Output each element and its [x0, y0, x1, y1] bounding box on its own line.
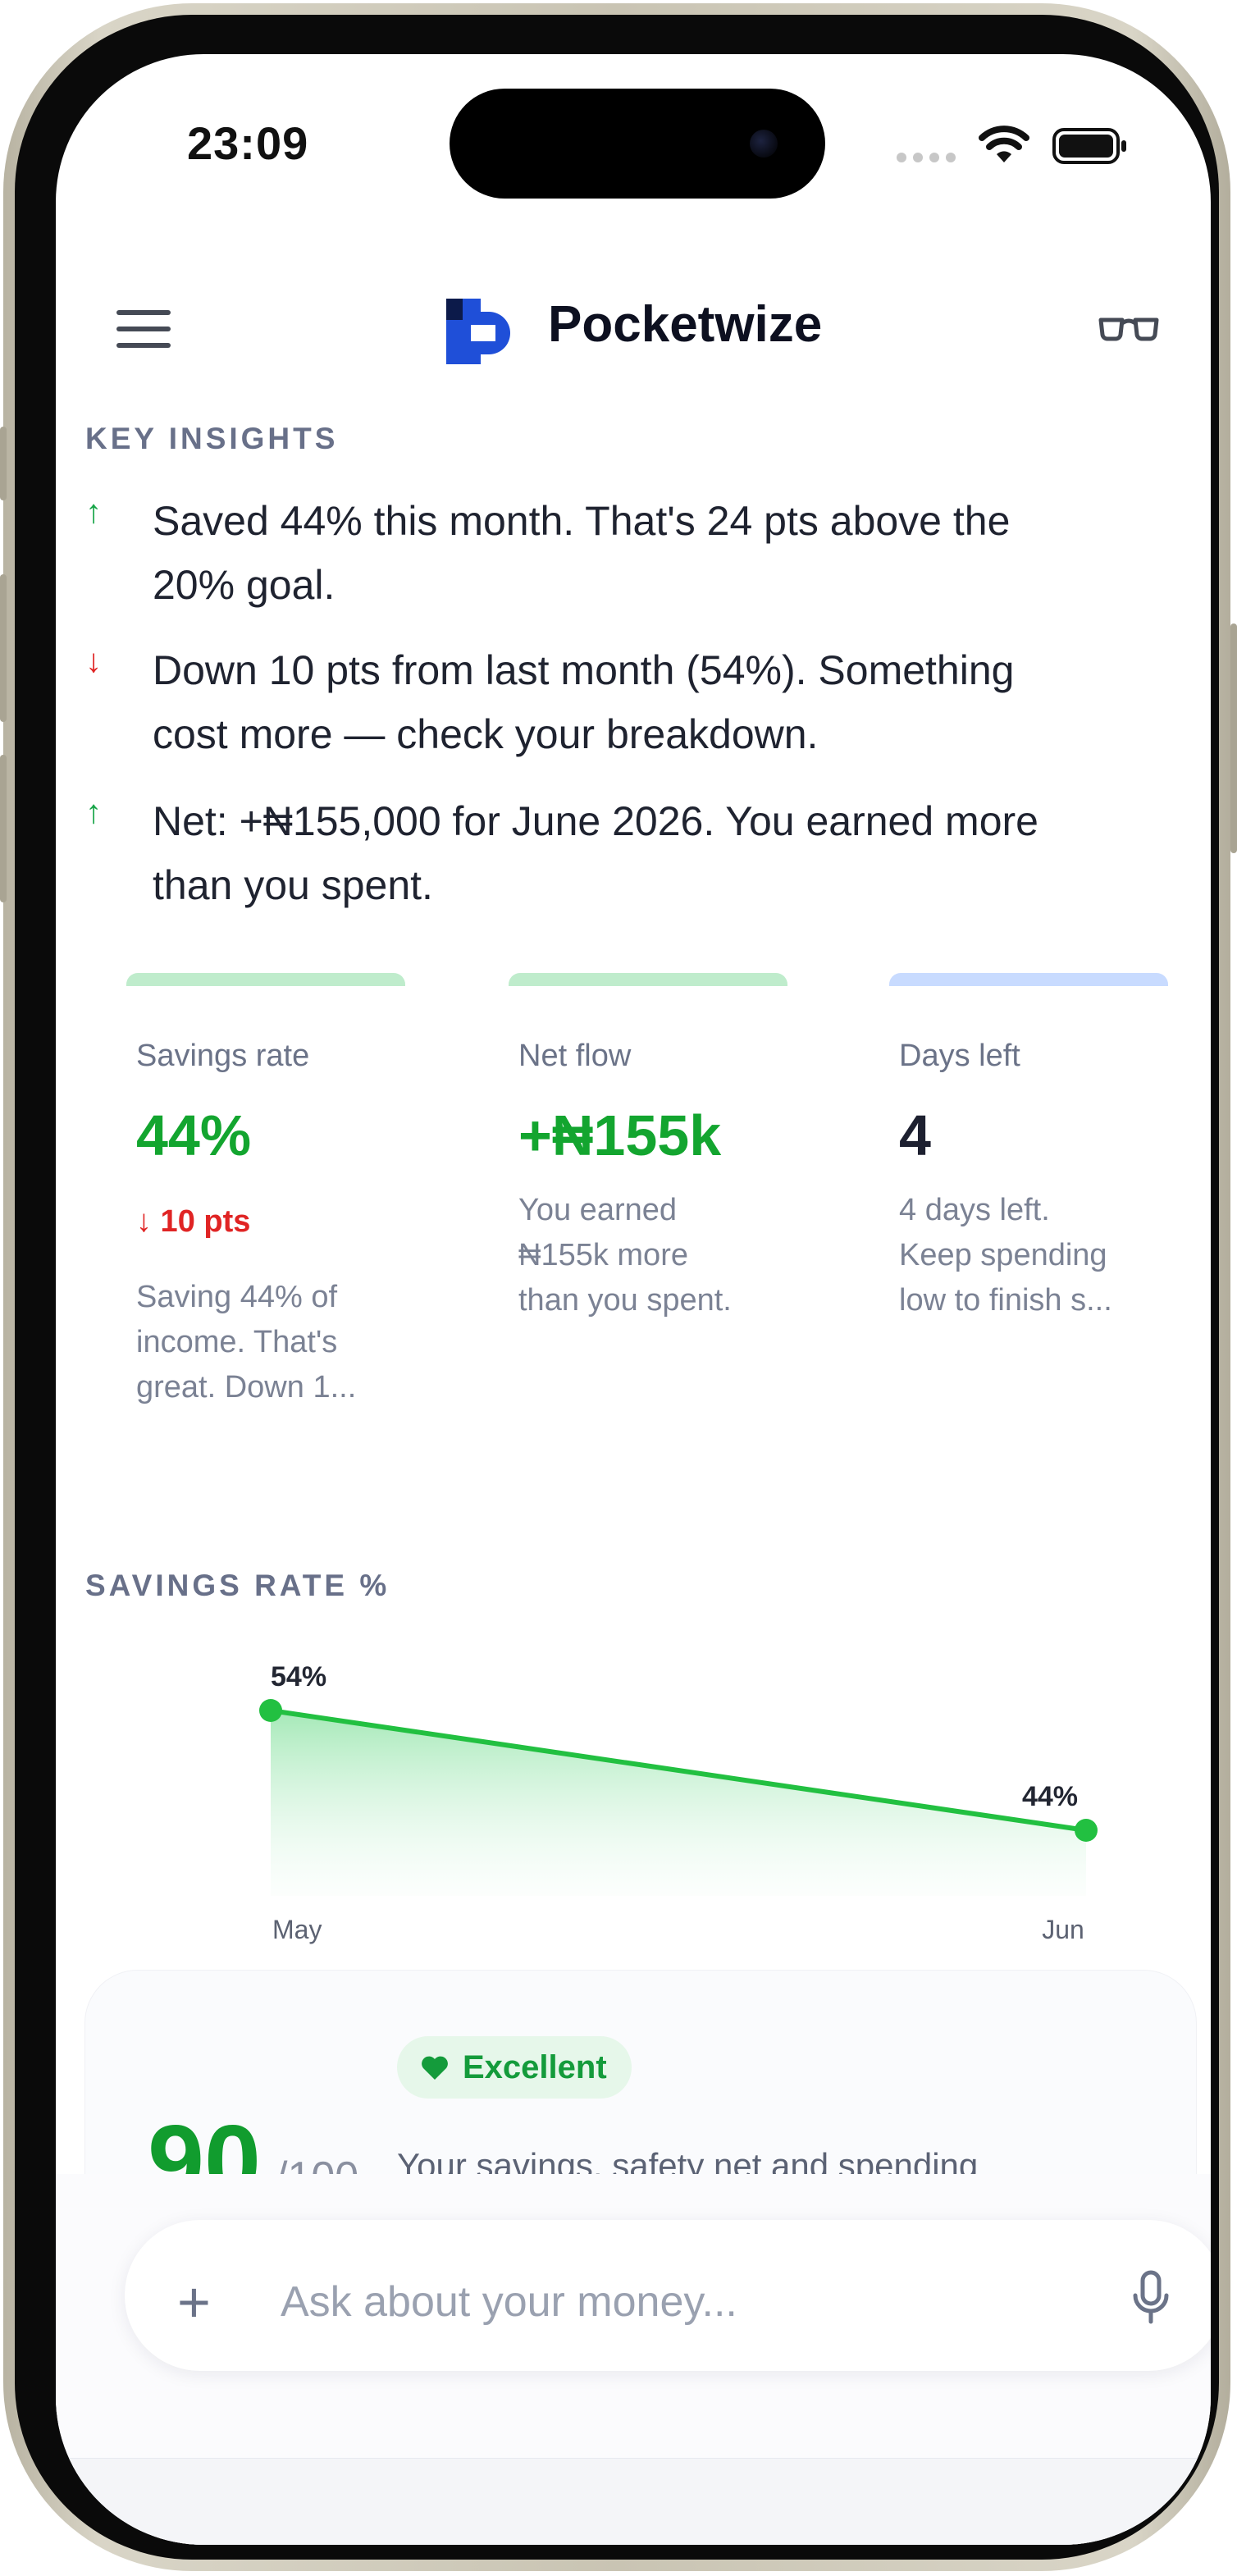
- device-action-button: [0, 427, 7, 500]
- arrow-up-icon: ↑: [85, 794, 102, 830]
- metric-desc-line: ₦155k more: [518, 1238, 688, 1272]
- app-screen: 23:09 Pocketwize KEY INSIGHTS ↑ Saved 44…: [56, 54, 1211, 2545]
- card-accent-bar: [889, 973, 1168, 986]
- insight-text-line: than you spent.: [153, 862, 433, 908]
- status-time: 23:09: [187, 117, 309, 169]
- insight-text-line: Net: +₦155,000 for June 2026. You earned…: [153, 798, 1038, 844]
- metric-value: 44%: [136, 1103, 252, 1167]
- glasses-icon[interactable]: [1098, 313, 1160, 343]
- arrow-up-icon: ↑: [85, 494, 102, 530]
- metric-desc-line: You earned: [518, 1193, 678, 1227]
- metric-desc-line: low to finish s...: [899, 1283, 1112, 1318]
- device-bezel: 23:09 Pocketwize KEY INSIGHTS ↑ Saved 44…: [15, 15, 1219, 2560]
- metric-desc-line: income. That's: [136, 1325, 338, 1359]
- menu-icon[interactable]: [116, 308, 174, 351]
- chart-x-tick-label: Jun: [1042, 1915, 1084, 1944]
- brand-name: Pocketwize: [548, 296, 823, 353]
- bottom-safe-area: [56, 2458, 1211, 2545]
- chart-x-tick-label: May: [272, 1915, 322, 1944]
- insight-text-line: cost more — check your breakdown.: [153, 711, 819, 757]
- wifi-icon: [979, 126, 1029, 162]
- device-volume-down-button: [0, 755, 7, 902]
- insight-text-line: Down 10 pts from last month (54%). Somet…: [153, 647, 1015, 693]
- metric-desc-line: Keep spending: [899, 1238, 1107, 1272]
- metric-card-savings-rate[interactable]: Savings rate 44% ↓ 10 pts Saving 44% of …: [97, 973, 454, 1432]
- card-accent-bar: [509, 973, 787, 986]
- metric-value: +₦155k: [518, 1103, 722, 1167]
- metric-delta: ↓ 10 pts: [136, 1204, 251, 1239]
- cellular-signal-icon: [897, 153, 956, 162]
- chart-data-label: 54%: [271, 1661, 326, 1692]
- metric-desc-line: 4 days left.: [899, 1193, 1050, 1227]
- metric-value: 4: [899, 1103, 931, 1167]
- metric-desc-line: than you spent.: [518, 1283, 732, 1318]
- ask-input[interactable]: [279, 2264, 1061, 2340]
- device-frame: 23:09 Pocketwize KEY INSIGHTS ↑ Saved 44…: [3, 3, 1230, 2571]
- metric-desc-line: great. Down 1...: [136, 1370, 357, 1404]
- card-accent-bar: [126, 973, 405, 986]
- metric-label: Net flow: [518, 1039, 632, 1073]
- chart-data-label: 44%: [1022, 1781, 1078, 1812]
- score-status-badge: Excellent: [397, 2036, 632, 2099]
- savings-rate-chart: 54% May 44% Jun: [259, 1661, 1098, 1944]
- metric-card-net-flow[interactable]: Net flow +₦155k You earned ₦155k more th…: [479, 973, 837, 1432]
- chart-data-point: [259, 1699, 282, 1722]
- insight-text-line: Saved 44% this month. That's 24 pts abov…: [153, 498, 1011, 544]
- microphone-icon[interactable]: [1130, 2269, 1171, 2327]
- device-volume-up-button: [0, 574, 7, 722]
- key-insights-heading: KEY INSIGHTS: [85, 422, 339, 455]
- battery-icon: [1052, 128, 1126, 164]
- chart-data-point: [1075, 1819, 1098, 1842]
- savings-rate-heading: SAVINGS RATE %: [85, 1569, 390, 1602]
- metric-desc-line: Saving 44% of: [136, 1280, 338, 1314]
- heart-icon: [422, 2056, 448, 2080]
- chart-area-fill: [271, 1710, 1086, 1896]
- metric-label: Days left: [899, 1039, 1020, 1073]
- add-attachment-button[interactable]: +: [177, 2273, 211, 2331]
- score-badge-label: Excellent: [463, 2049, 607, 2085]
- device-power-button: [1230, 623, 1237, 853]
- pocketwize-logo-icon: [446, 299, 510, 364]
- metric-label: Savings rate: [136, 1039, 310, 1073]
- front-camera: [750, 130, 778, 158]
- dynamic-island: [450, 89, 825, 199]
- metric-card-days-left[interactable]: Days left 4 4 days left. Keep spending l…: [860, 973, 1211, 1432]
- insight-text-line: 20% goal.: [153, 562, 335, 608]
- arrow-down-icon: ↓: [85, 643, 102, 679]
